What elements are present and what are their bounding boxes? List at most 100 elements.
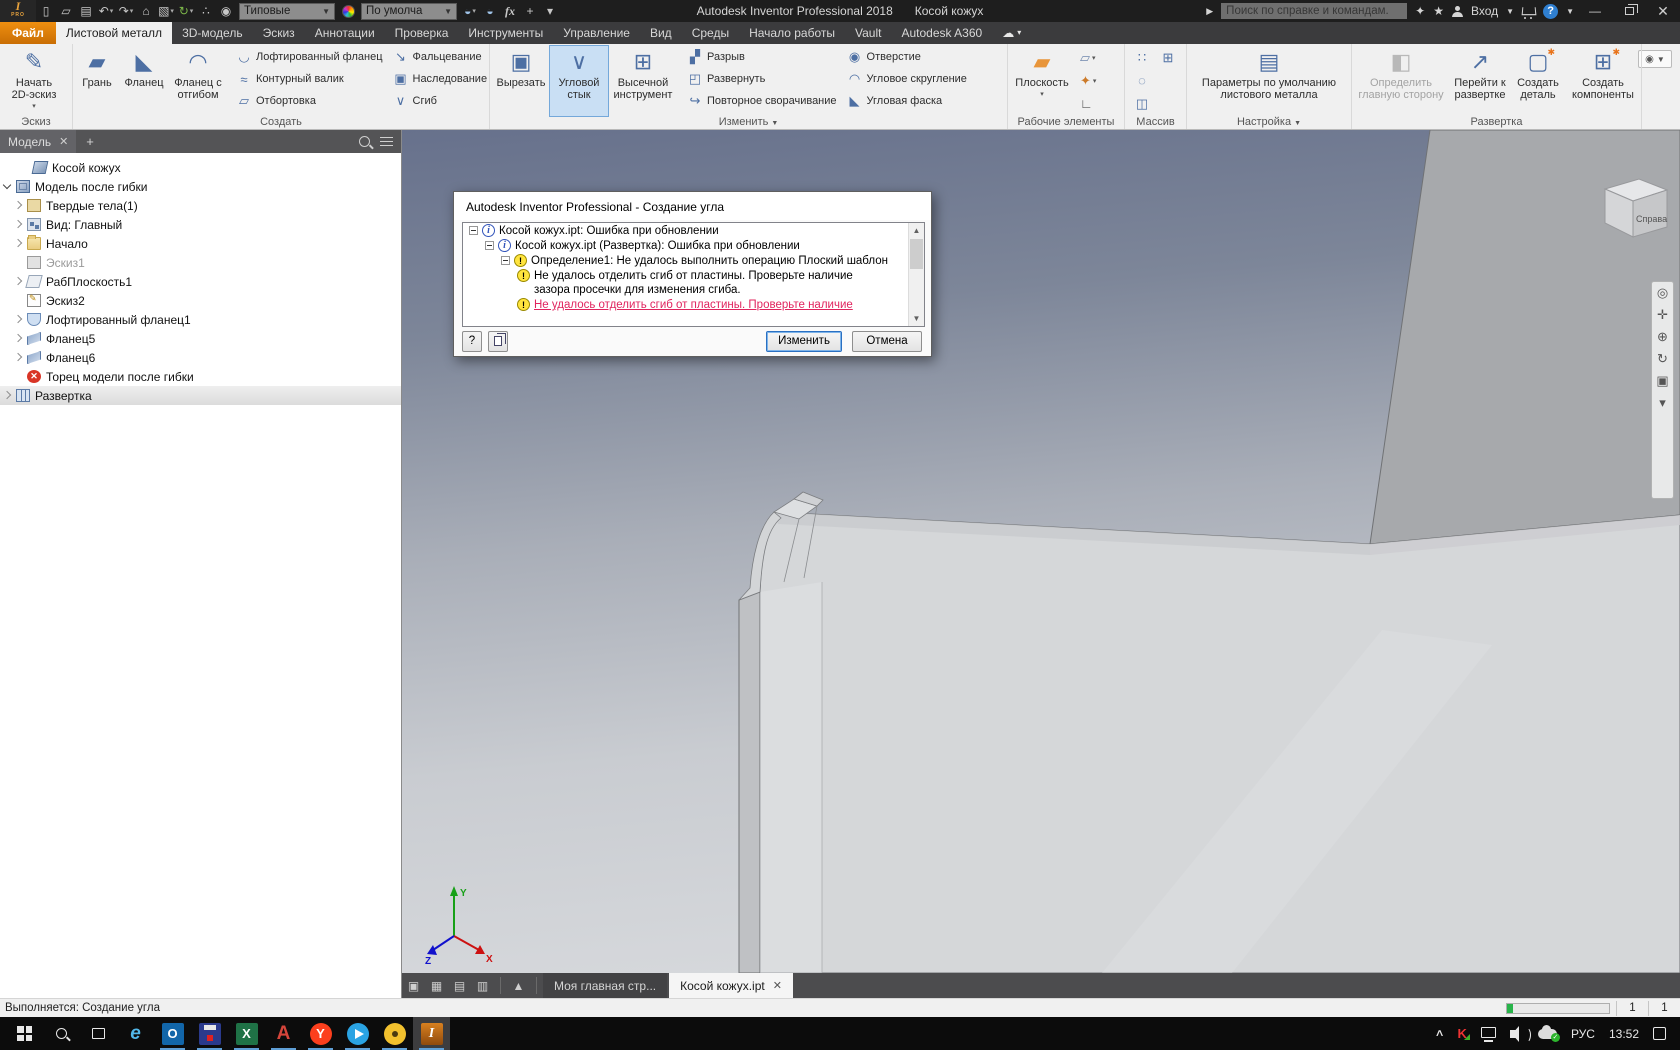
expander-closed-icon[interactable] — [14, 315, 23, 324]
ribbon-tab-вид[interactable]: Вид — [640, 22, 682, 44]
sheet-metal-defaults-button[interactable]: ▤ Параметры по умолчанию листового металла — [1189, 46, 1349, 116]
open-icon[interactable]: ▱ — [56, 1, 76, 21]
send-feedback-icon[interactable]: ✦ — [1415, 4, 1425, 18]
kaspersky-icon[interactable]: K — [1458, 1026, 1471, 1041]
derive-button[interactable]: ▣ Наследование — [388, 68, 493, 90]
help-search-input[interactable]: Поиск по справке и командам. — [1221, 3, 1408, 19]
measure-icon[interactable]: ∴ — [196, 1, 216, 21]
tree-item-view-main[interactable]: Вид: Главный — [0, 215, 401, 234]
edit-button[interactable]: Изменить — [766, 331, 842, 352]
chevron-down-icon[interactable]: ▼ — [1566, 7, 1574, 16]
ribbon-collapse-button[interactable]: ◉ ▼ — [1638, 50, 1672, 68]
expander-closed-icon[interactable] — [14, 239, 23, 248]
expander-closed-icon[interactable] — [14, 220, 23, 229]
circular-pattern-icon[interactable]: ◌ — [1129, 69, 1155, 92]
rip-button[interactable]: ▞ Разрыв — [682, 46, 842, 68]
sign-in-label[interactable]: Вход — [1471, 4, 1498, 18]
style-combo[interactable]: Типовые ▼ — [239, 2, 335, 20]
error-link[interactable]: Не удалось отделить сгиб от пластины. Пр… — [534, 298, 853, 312]
network-icon[interactable] — [1480, 1026, 1496, 1042]
pattern-add-icon[interactable]: ⊞ — [1155, 46, 1181, 69]
expander-closed-icon[interactable] — [14, 334, 23, 343]
tree-item-sketch2[interactable]: Эскиз2 — [0, 291, 401, 310]
tree-item-solid-bodies[interactable]: Твердые тела(1) — [0, 196, 401, 215]
close-icon[interactable]: ✕ — [773, 979, 782, 992]
parameters-fx-icon[interactable]: fx — [500, 1, 520, 21]
search-expand-icon[interactable]: ▶ — [1206, 6, 1213, 17]
full-navigation-wheel-icon[interactable]: ◎ — [1657, 286, 1668, 299]
collapse-icon[interactable] — [469, 226, 478, 235]
hem-button[interactable]: ▱ Отбортовка — [231, 90, 388, 112]
ribbon-tab-vault[interactable]: Vault — [845, 22, 891, 44]
start-button[interactable] — [6, 1017, 43, 1050]
dialog-help-button[interactable]: ? — [462, 331, 482, 352]
rectangular-pattern-icon[interactable]: ∷ — [1129, 46, 1155, 69]
search-icon[interactable] — [359, 136, 370, 147]
make-components-button[interactable]: ⊞ ✱ Создать компоненты — [1564, 46, 1642, 116]
flange-offset-button[interactable]: ◠ Фланец с отгибом — [169, 46, 227, 116]
scroll-down-icon[interactable]: ▼ — [909, 311, 924, 326]
tree-item-sketch1[interactable]: Эскиз1 — [0, 253, 401, 272]
tile-vertical-icon[interactable]: ▥ — [471, 979, 494, 993]
cut-button[interactable]: ▣ Вырезать — [492, 46, 550, 116]
capture-icon[interactable]: ▧ ▾ — [156, 1, 176, 21]
plane-button[interactable]: ▰ Плоскость ▾ — [1010, 46, 1074, 116]
ucs-icon[interactable]: ∟ — [1077, 92, 1099, 115]
tree-item-folded-model[interactable]: Модель после гибки — [0, 177, 401, 196]
tray-expand-icon[interactable]: ∧ — [1435, 1028, 1445, 1039]
cancel-button[interactable]: Отмена — [852, 331, 922, 352]
flange-button[interactable]: ◣ Фланец — [119, 46, 169, 116]
help-icon[interactable]: ? — [1543, 3, 1559, 19]
fold-button[interactable]: ↘ Фальцевание — [388, 46, 493, 68]
save-icon[interactable]: ▤ — [76, 1, 96, 21]
tree-item-workplane1[interactable]: РабПлоскость1 — [0, 272, 401, 291]
orbit-icon[interactable]: ↻ — [1657, 352, 1668, 365]
start-2d-sketch-button[interactable]: ✎ Начать 2D-эскиз ▾ — [2, 46, 66, 116]
look-at-icon[interactable]: ▣ — [1656, 374, 1668, 387]
language-indicator[interactable]: РУС — [1571, 1027, 1595, 1041]
inventor-icon[interactable]: I — [413, 1017, 450, 1050]
ribbon-tab-инструменты[interactable]: Инструменты — [458, 22, 553, 44]
ie-icon[interactable]: e — [117, 1017, 154, 1050]
collapse-icon[interactable] — [501, 256, 510, 265]
refold-button[interactable]: ↪ Повторное сворачивание — [682, 90, 842, 112]
doc-tab-part[interactable]: Косой кожух.ipt ✕ — [669, 973, 793, 998]
cloud-sync-icon[interactable] — [1537, 1024, 1560, 1042]
go-to-flat-pattern-button[interactable]: ↗ Перейти к развертке — [1448, 46, 1512, 116]
scroll-up-icon[interactable]: ▲ — [909, 223, 924, 238]
ribbon-tab-эскиз[interactable]: Эскиз — [253, 22, 305, 44]
dialog-copy-button[interactable] — [488, 331, 508, 352]
search-button[interactable] — [43, 1017, 80, 1050]
hole-button[interactable]: ◉ Отверстие — [842, 46, 972, 68]
ribbon-tab-листовой-металл[interactable]: Листовой металл — [55, 22, 173, 44]
face-button[interactable]: ▰ Грань — [75, 46, 119, 116]
store-cart-icon[interactable] — [1522, 7, 1535, 19]
new-file-icon[interactable]: ▯ — [36, 1, 56, 21]
close-icon[interactable]: ✕ — [59, 135, 68, 148]
expander-closed-icon[interactable] — [3, 391, 12, 400]
redo-icon[interactable]: ↷ ▾ — [116, 1, 136, 21]
bend-button[interactable]: ∨ Сгиб — [388, 90, 493, 112]
undo-icon[interactable]: ↶ ▾ — [96, 1, 116, 21]
ribbon-tab-управление[interactable]: Управление — [553, 22, 640, 44]
ribbon-tab-начало-работы[interactable]: Начало работы — [739, 22, 845, 44]
favorites-star-icon[interactable]: ★ — [1433, 4, 1444, 18]
floppy-app-icon[interactable] — [191, 1017, 228, 1050]
tree-item-end-of-folded[interactable]: ✕ Торец модели после гибки — [0, 367, 401, 386]
clock[interactable]: 13:52 — [1609, 1027, 1639, 1041]
scrollbar[interactable]: ▲ ▼ — [908, 223, 924, 326]
pan-icon[interactable]: ✛ — [1657, 308, 1668, 321]
lofted-flange-button[interactable]: ◡ Лофтированный фланец — [231, 46, 388, 68]
ribbon-tab-autodesk-a360[interactable]: Autodesk A360 — [891, 22, 992, 44]
browser-tab-model[interactable]: Модель ✕ — [0, 130, 77, 153]
corner-chamfer-button[interactable]: ◣ Угловая фаска — [842, 90, 972, 112]
unfold-button[interactable]: ◰ Развернуть — [682, 68, 842, 90]
tree-item-origin[interactable]: Начало — [0, 234, 401, 253]
notifications-icon[interactable] — [1653, 1027, 1666, 1040]
task-view-button[interactable] — [80, 1017, 117, 1050]
minimize-button[interactable]: — — [1582, 0, 1608, 22]
globe-icon[interactable]: ◉ — [216, 1, 236, 21]
autocad-icon[interactable]: A — [265, 1017, 302, 1050]
qat-menu-icon[interactable]: ▾ — [540, 1, 560, 21]
home-icon[interactable]: ⌂ — [136, 1, 156, 21]
